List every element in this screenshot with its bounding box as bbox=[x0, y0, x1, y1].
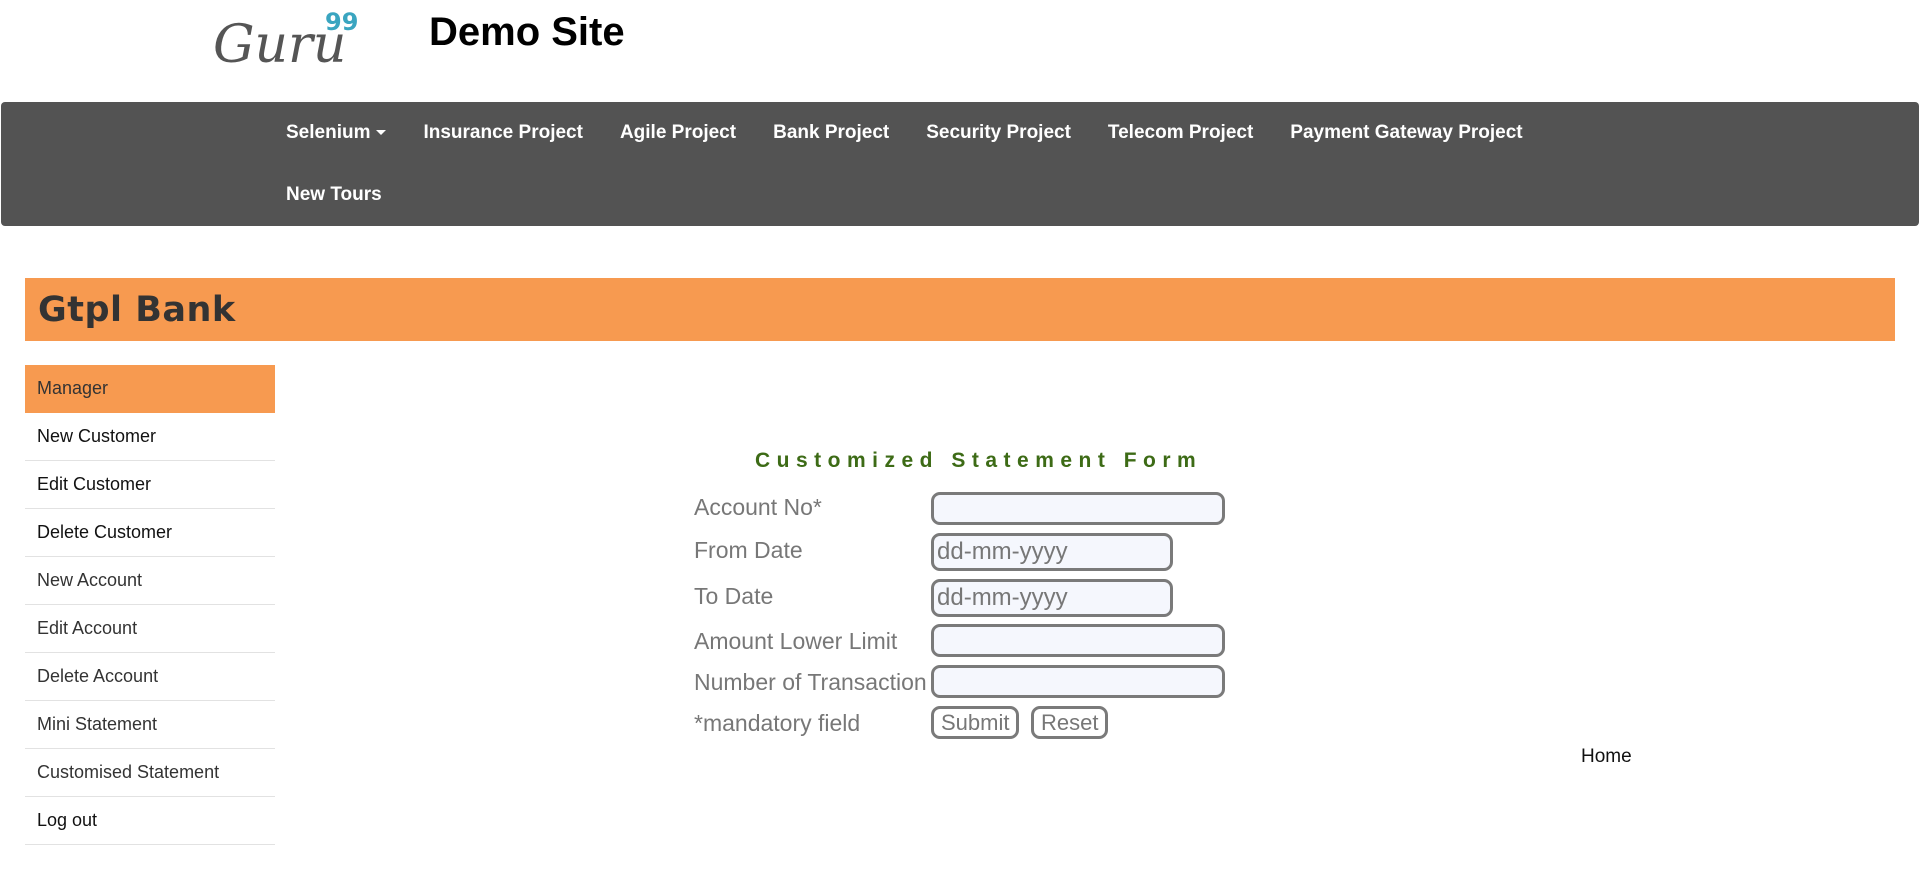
mandatory-field-note: *mandatory field bbox=[694, 710, 861, 736]
sidebar-menu: Manager New Customer Edit Customer Delet… bbox=[25, 365, 275, 845]
account-no-label: Account No* bbox=[694, 494, 822, 520]
nav-security-project[interactable]: Security Project bbox=[908, 102, 1090, 164]
amount-lower-limit-label: Amount Lower Limit bbox=[694, 628, 898, 654]
sidebar-item-edit-account[interactable]: Edit Account bbox=[25, 605, 275, 653]
site-title: Demo Site bbox=[429, 10, 625, 54]
nav-row-1: Selenium Insurance Project Agile Project… bbox=[285, 102, 1541, 164]
form-title: Customized Statement Form bbox=[755, 449, 1203, 472]
nav-selenium-label: Selenium bbox=[286, 122, 371, 143]
home-link[interactable]: Home bbox=[1581, 746, 1632, 768]
reset-button[interactable]: Reset bbox=[1031, 706, 1109, 739]
sidebar-item-mini-statement[interactable]: Mini Statement bbox=[25, 701, 275, 749]
nav-payment-gateway-project[interactable]: Payment Gateway Project bbox=[1272, 102, 1541, 164]
sidebar-item-log-out[interactable]: Log out bbox=[25, 797, 275, 845]
caret-down-icon bbox=[376, 130, 387, 136]
nav-new-tours[interactable]: New Tours bbox=[285, 164, 400, 226]
guru99-logo-graphic: Guru 99 bbox=[213, 8, 358, 75]
bank-name: Gtpl Bank bbox=[38, 290, 236, 330]
from-date-input[interactable] bbox=[931, 533, 1173, 571]
sidebar-item-manager[interactable]: Manager bbox=[25, 365, 275, 413]
nav-insurance-project[interactable]: Insurance Project bbox=[405, 102, 601, 164]
top-navbar: Selenium Insurance Project Agile Project… bbox=[1, 102, 1919, 226]
logo-superscript: 99 bbox=[325, 8, 358, 36]
bank-banner: Gtpl Bank bbox=[25, 278, 1895, 341]
sidebar-item-new-account[interactable]: New Account bbox=[25, 557, 275, 605]
nav-bank-project[interactable]: Bank Project bbox=[755, 102, 908, 164]
guru99-logo[interactable]: Guru 99 bbox=[213, 8, 363, 75]
sidebar-item-delete-customer[interactable]: Delete Customer bbox=[25, 509, 275, 557]
nav-selenium-dropdown[interactable]: Selenium bbox=[285, 102, 405, 164]
account-no-input[interactable] bbox=[931, 492, 1225, 525]
sidebar-item-delete-account[interactable]: Delete Account bbox=[25, 653, 275, 701]
num-transaction-input[interactable] bbox=[931, 665, 1225, 698]
sidebar-item-new-customer[interactable]: New Customer bbox=[25, 413, 275, 461]
nav-agile-project[interactable]: Agile Project bbox=[601, 102, 754, 164]
num-transaction-label: Number of Transaction bbox=[694, 669, 927, 695]
to-date-label: To Date bbox=[694, 583, 774, 609]
amount-lower-limit-input[interactable] bbox=[931, 624, 1225, 657]
from-date-label: From Date bbox=[694, 537, 803, 563]
sidebar-item-edit-customer[interactable]: Edit Customer bbox=[25, 461, 275, 509]
sidebar-item-customised-statement[interactable]: Customised Statement bbox=[25, 749, 275, 797]
nav-row-2: New Tours bbox=[285, 164, 400, 226]
to-date-input[interactable] bbox=[931, 579, 1173, 617]
submit-button[interactable]: Submit bbox=[931, 706, 1020, 739]
nav-telecom-project[interactable]: Telecom Project bbox=[1089, 102, 1271, 164]
